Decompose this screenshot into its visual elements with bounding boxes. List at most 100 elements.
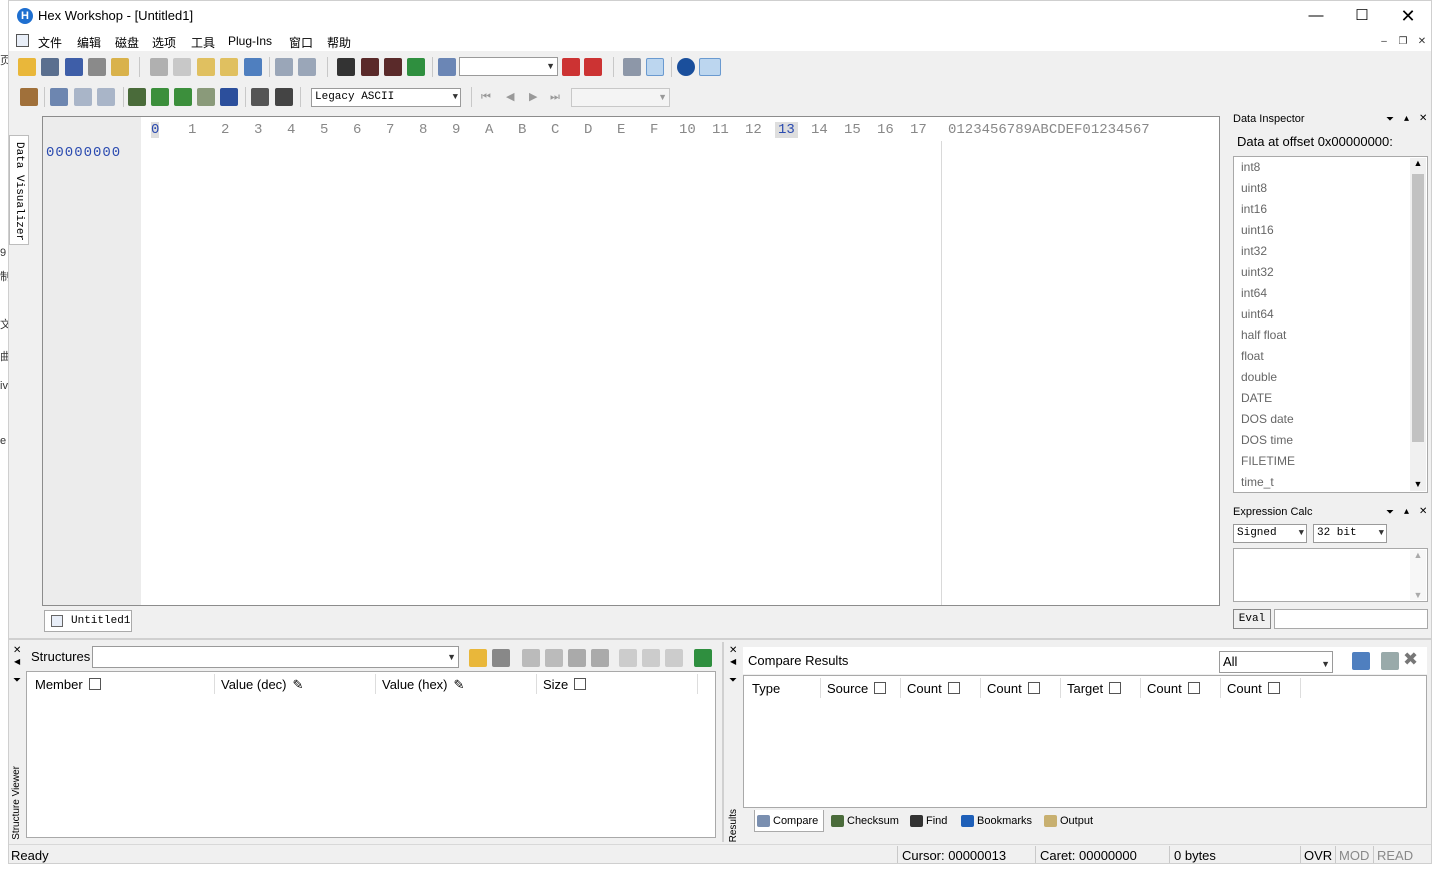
tab-checksum[interactable]: Checksum [829,810,899,832]
scroll-down-icon[interactable]: ▼ [1410,590,1426,600]
statistics-icon[interactable] [220,88,238,106]
compare-icon[interactable] [174,88,192,106]
close-icon[interactable]: ✕ [1419,113,1427,124]
collapse-icon[interactable]: ▴ [1404,506,1409,517]
intel-icon[interactable] [699,58,721,76]
mdi-restore-icon[interactable]: ❐ [1396,35,1410,49]
cut-icon[interactable] [150,58,168,76]
arrow-left-icon[interactable]: ◀ [730,657,736,666]
pin-icon[interactable]: ⏷ [1386,114,1394,125]
copy-results-icon[interactable] [1352,652,1370,670]
refresh-icon[interactable] [694,649,712,667]
list-item[interactable]: time_t [1241,475,1274,489]
tab-bookmarks[interactable]: Bookmarks [959,810,1032,832]
column-header-count[interactable]: Count [907,681,960,696]
clear-icon[interactable]: ✖ [1403,649,1418,670]
list-item[interactable]: DOS date [1241,412,1294,426]
redo-icon[interactable] [298,58,316,76]
bits-select[interactable]: 32 bit ▼ [1313,524,1387,543]
back-icon[interactable] [562,58,580,76]
scroll-up-icon[interactable]: ▲ [1410,158,1426,172]
find-next-icon[interactable] [384,58,402,76]
close-icon[interactable]: ✕ [1419,506,1427,517]
expand-icon[interactable] [522,649,540,667]
copy-icon[interactable] [619,649,637,667]
pin-icon[interactable]: ⏷ [729,675,737,686]
open-structure-icon[interactable] [469,649,487,667]
column-header-count[interactable]: Count [1147,681,1200,696]
list-item[interactable]: double [1241,370,1277,384]
encoding-select[interactable]: Legacy ASCII ▼ [311,88,461,107]
minimize-button[interactable]: — [1293,4,1339,28]
menu-disk[interactable]: 磁盘 [115,34,139,51]
column-header-value-hex[interactable]: Value (hex) ✎ [382,677,464,693]
list-item[interactable]: uint32 [1241,265,1274,279]
copy-text-icon[interactable] [74,88,92,106]
up-icon[interactable] [591,649,609,667]
results-tab[interactable]: Results [728,809,739,842]
document-tab[interactable]: Untitled1 [44,610,132,632]
pin-icon[interactable]: ⏷ [13,675,21,686]
previous-icon[interactable]: ◀ [506,90,520,104]
data-visualizer-tab[interactable]: Data Visualizer [9,135,29,245]
scroll-up-icon[interactable]: ▲ [1410,550,1426,560]
tab-output[interactable]: Output [1042,810,1093,832]
list-item[interactable]: int16 [1241,202,1267,216]
copy-icon[interactable] [173,58,191,76]
maximize-button[interactable]: ☐ [1339,4,1385,28]
list-item[interactable]: int8 [1241,160,1260,174]
eval-button[interactable]: Eval [1233,609,1271,629]
inspector-type-list[interactable]: int8 uint8 int16 uint16 int32 uint32 int… [1233,156,1428,493]
menu-tools[interactable]: 工具 [191,34,215,51]
list-item[interactable]: half float [1241,328,1286,342]
scroll-thumb[interactable] [1412,174,1424,442]
tab-compare[interactable]: Compare [754,810,824,832]
list-item[interactable]: uint64 [1241,307,1274,321]
arrow-left-icon[interactable]: ◀ [14,657,20,666]
collapse-all-icon[interactable] [545,649,563,667]
tools-icon[interactable] [568,649,586,667]
search-combo[interactable]: ▼ [459,57,558,76]
expression-input[interactable]: ▲ ▼ [1233,548,1428,602]
menu-window[interactable]: 窗口 [289,34,313,51]
hex-editor[interactable]: 0 1 2 3 4 5 6 7 8 9 A B C D E F 10 11 12… [42,116,1220,606]
list-item[interactable]: float [1241,349,1264,363]
column-header-source[interactable]: Source [827,681,887,696]
splitter[interactable] [9,638,1431,640]
structure-viewer-tab[interactable]: Structure Viewer [11,766,22,840]
collapse-icon[interactable]: ▴ [1404,113,1409,124]
close-icon[interactable]: ✕ [729,645,737,656]
results-filter-select[interactable]: All ▼ [1219,651,1333,673]
compare-results-table[interactable]: Type Source Count Count Target Count Cou… [743,675,1427,808]
column-header-size[interactable]: Size [543,677,587,692]
forward-icon[interactable] [584,58,602,76]
navigation-combo[interactable]: ▼ [571,88,670,107]
checksum-icon[interactable] [128,88,146,106]
copy-export-icon[interactable] [642,649,660,667]
last-icon[interactable]: ⏭ [550,90,566,104]
find-previous-icon[interactable] [361,58,379,76]
structures-select[interactable]: ▼ [92,646,459,668]
export-icon[interactable] [665,649,683,667]
tab-find[interactable]: Find [908,810,947,832]
scroll-down-icon[interactable]: ▼ [1410,479,1426,489]
mdi-close-icon[interactable]: ✕ [1415,35,1429,49]
structures-table[interactable]: Member Value (dec) ✎ Value (hex) ✎ Size [26,671,716,838]
list-item[interactable]: int64 [1241,286,1267,300]
list-item[interactable]: uint8 [1241,181,1267,195]
column-header-target[interactable]: Target [1067,681,1122,696]
base-16-icon[interactable] [646,58,664,76]
undo-icon[interactable] [275,58,293,76]
menu-plugins[interactable]: Plug-Ins [228,34,272,48]
pin-icon[interactable]: ⏷ [1386,507,1394,518]
print-icon[interactable] [88,58,106,76]
list-item[interactable]: uint16 [1241,223,1274,237]
operations-icon[interactable] [151,88,169,106]
library-icon[interactable] [492,649,510,667]
open-icon[interactable] [18,58,36,76]
column-header-count[interactable]: Count [987,681,1040,696]
open-disk-icon[interactable] [41,58,59,76]
column-header-count[interactable]: Count [1227,681,1280,696]
list-item[interactable]: DATE [1241,391,1272,405]
close-icon[interactable]: ✕ [13,645,21,656]
